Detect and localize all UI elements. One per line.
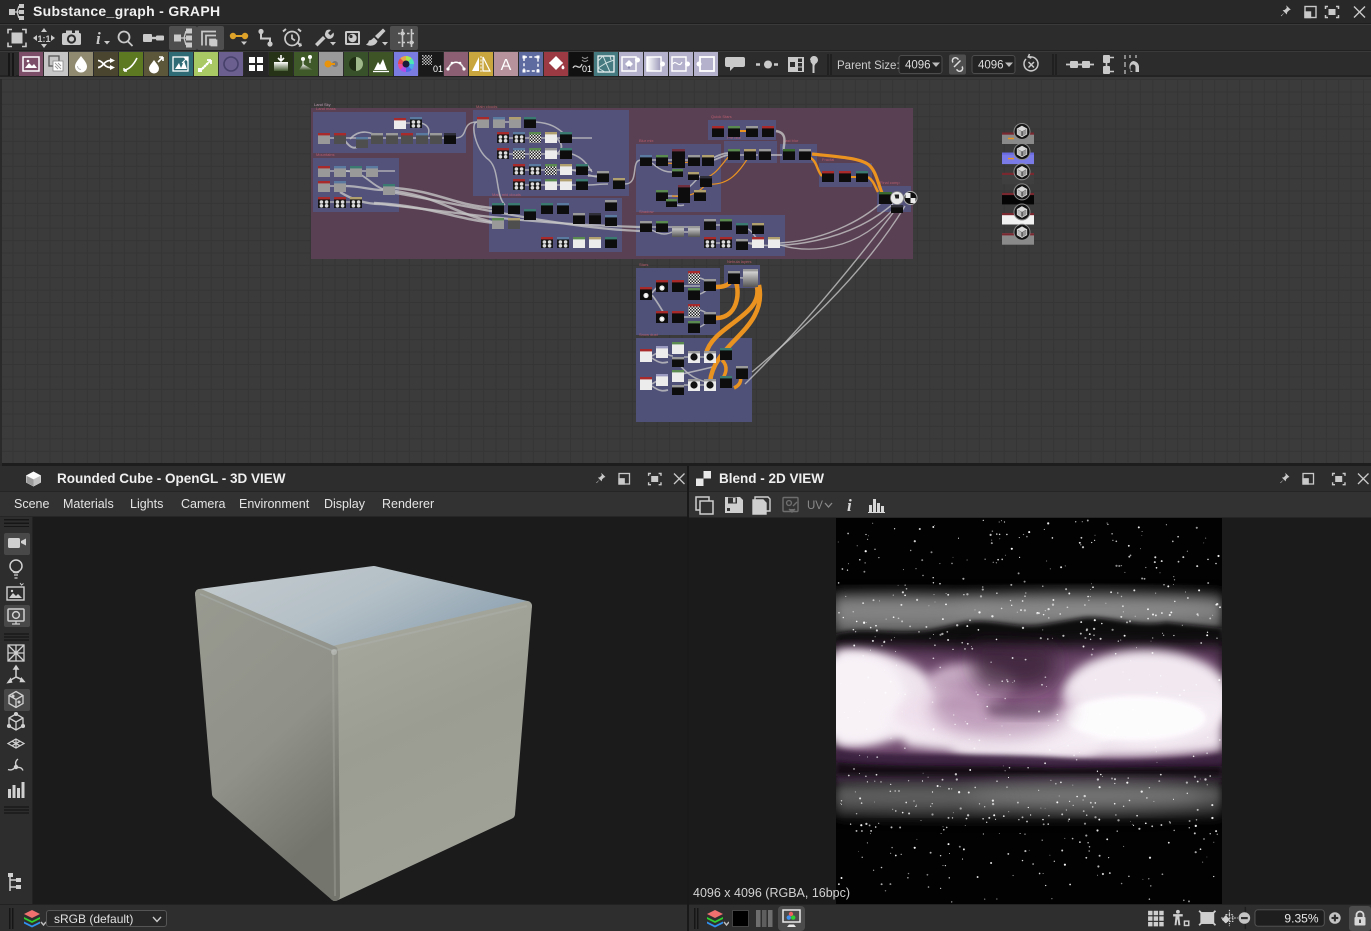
svg-text:1:1: 1:1 — [37, 34, 50, 44]
svg-text:Blur mix: Blur mix — [639, 138, 653, 143]
svg-text:4096: 4096 — [978, 60, 1004, 72]
svg-text:i: i — [96, 29, 101, 48]
svg-text:Nebula layers: Nebula layers — [727, 259, 751, 264]
svg-text:Final comp: Final comp — [880, 180, 900, 185]
svg-text:Snow dust: Snow dust — [639, 332, 659, 337]
svg-text:Land mass: Land mass — [316, 106, 336, 111]
svg-text:4096: 4096 — [905, 60, 931, 72]
svg-text:Mountains: Mountains — [316, 152, 334, 157]
svg-text:01: 01 — [582, 64, 592, 74]
svg-text:A: A — [501, 57, 512, 74]
svg-text:9.35%: 9.35% — [1284, 911, 1318, 925]
svg-text:01: 01 — [433, 64, 443, 74]
svg-text:Main mid clouds: Main mid clouds — [492, 192, 521, 197]
svg-text:Shadow: Shadow — [639, 209, 654, 214]
svg-text:Fractal: Fractal — [822, 157, 834, 162]
svg-text:i: i — [847, 496, 852, 515]
svg-text:Stars: Stars — [639, 262, 648, 267]
svg-text:UV: UV — [807, 500, 823, 512]
svg-text:Main clouds: Main clouds — [476, 104, 497, 109]
svg-text:Parent Size:: Parent Size: — [837, 60, 900, 72]
svg-text:Quick Stars: Quick Stars — [711, 114, 732, 119]
